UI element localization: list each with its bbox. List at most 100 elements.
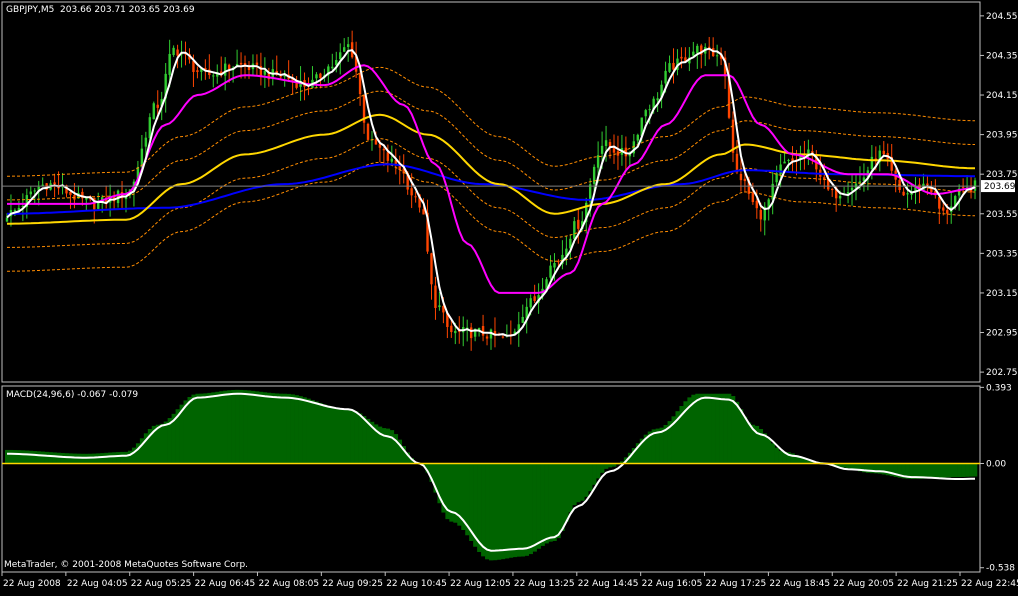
macd-histogram-bar [350,410,354,464]
symbol-label: GBPJPY,M5 [6,5,54,15]
macd-histogram-bar [104,453,108,464]
candle-body [573,221,575,239]
current-price-label: 203.69 [984,182,1016,192]
candle-body [434,286,436,308]
macd-histogram-bar [739,409,743,463]
candle-body [172,48,174,55]
candle-body [149,117,151,138]
macd-histogram-bar [100,453,104,463]
price-panel[interactable] [2,31,980,351]
candle-body [410,188,412,195]
macd-histogram-bar [13,450,17,463]
candle-body [486,336,488,338]
candle-body [577,220,579,229]
candle-body [414,196,416,197]
macd-histogram-bar [517,464,521,557]
macd-histogram-bar [49,452,53,463]
macd-histogram-bar [779,451,783,464]
candle-body [41,185,43,186]
white-moving-average [7,49,975,336]
candle-body [926,184,928,186]
time-tick-label: 22 Aug 09:25 [322,579,383,589]
macd-histogram-bar [112,452,116,463]
macd-histogram-bar [199,394,203,464]
macd-histogram-bar [156,425,160,464]
macd-histogram-bar [564,464,568,522]
macd-histogram-bar [576,464,580,503]
candle-body [680,57,682,59]
macd-histogram-bar [203,393,207,463]
candle-body [823,177,825,179]
macd-tick-label: 0.393 [986,383,1012,393]
macd-histogram-bar [953,464,957,478]
macd-histogram-bar [699,394,703,464]
macd-label: MACD(24,96,6) [6,390,74,400]
candle-body [601,146,603,154]
macd-histogram-bar [291,394,295,463]
candle-body [482,326,484,336]
candle-body [692,52,694,56]
time-tick-label: 22 Aug 04:05 [67,579,128,589]
chart-canvas[interactable]: 203.69204.55204.35204.15203.95203.75203.… [0,0,1018,592]
price-tick-label: 204.15 [986,91,1018,101]
macd-histogram-bar [382,428,386,463]
macd-histogram-bar [957,464,961,478]
ohlc-values: 203.66 203.71 203.65 203.69 [60,5,195,15]
macd-histogram-bar [771,443,775,463]
macd-histogram-bar [513,464,517,558]
macd-histogram-bar [767,438,771,463]
candle-body [946,210,948,214]
macd-histogram-bar [283,394,287,464]
price-tick-label: 203.15 [986,289,1018,299]
price-tick-label: 203.35 [986,249,1018,259]
macd-histogram-bar [307,399,311,464]
macd-histogram-bar [255,391,259,463]
macd-histogram-bar [545,464,549,544]
time-tick-label: 22 Aug 08:05 [258,579,319,589]
chart-window[interactable]: 203.69204.55204.35204.15203.95203.75203.… [0,0,1018,592]
candle-body [176,50,178,56]
macd-values: -0.067 -0.079 [77,390,138,400]
candle-body [280,76,282,77]
candle-body [756,201,758,208]
time-tick-label: 22 Aug 20:05 [833,579,894,589]
candle-body [454,331,456,333]
macd-histogram-bar [5,450,9,464]
macd-histogram-bar [128,451,132,464]
candle-body [307,88,309,89]
candle-body [787,160,789,161]
macd-histogram-bar [556,464,560,539]
macd-histogram-bar [195,394,199,464]
macd-histogram-bar [596,464,600,479]
macd-histogram-bar [493,464,497,561]
macd-histogram-bar [505,464,509,559]
macd-histogram-bar [584,464,588,497]
candle-body [962,187,964,188]
macd-histogram-bar [580,464,584,501]
candle-body [740,174,742,180]
macd-histogram-bar [57,453,61,464]
macd-histogram-bar [338,409,342,464]
candle-body [240,63,242,65]
macd-histogram-bar [25,451,29,464]
macd-histogram-bar [703,394,707,464]
macd-histogram-bar [65,453,69,463]
macd-histogram-bar [314,402,318,464]
macd-histogram-bar [592,464,596,485]
macd-histogram-bar [600,464,604,473]
macd-histogram-bar [342,409,346,463]
macd-histogram-bar [354,411,358,463]
macd-histogram-bar [267,393,271,464]
candle-body [331,67,333,68]
candle-body [553,263,555,267]
time-tick-label: 22 Aug 14:45 [578,579,639,589]
price-tick-label: 203.95 [986,131,1018,141]
candle-body [319,74,321,78]
macd-panel[interactable] [2,390,980,561]
candle-body [196,70,198,72]
macd-histogram-bar [604,464,608,469]
macd-histogram-bar [541,464,545,546]
macd-histogram-bar [501,464,505,560]
macd-histogram-bar [303,397,307,463]
candle-body [648,109,650,110]
